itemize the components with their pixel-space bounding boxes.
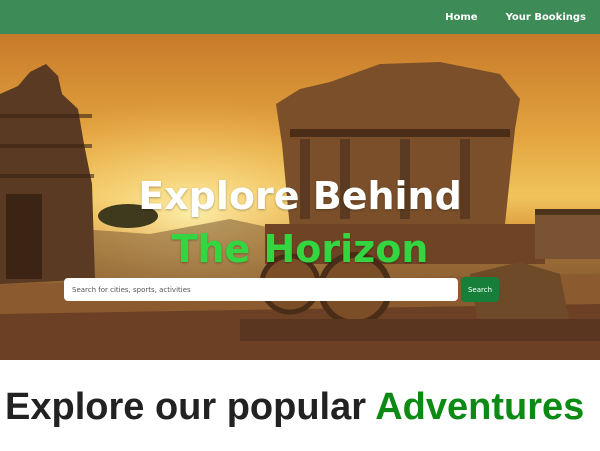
search-input[interactable] <box>64 278 458 301</box>
hero-banner: Explore Behind The Horizon Search <box>0 34 600 360</box>
search-button[interactable]: Search <box>461 277 499 302</box>
heading-accent: Adventures <box>375 386 585 428</box>
top-navbar: Home Your Bookings <box>0 0 600 34</box>
popular-adventures-heading: Explore our popular Adventures <box>5 386 584 429</box>
nav-link-your-bookings[interactable]: Your Bookings <box>506 12 586 23</box>
hero-title-line-2: The Horizon <box>171 227 429 271</box>
heading-prefix: Explore our popular <box>5 386 367 428</box>
hero-title-line-1: Explore Behind <box>138 174 462 218</box>
nav-link-home[interactable]: Home <box>445 12 477 23</box>
